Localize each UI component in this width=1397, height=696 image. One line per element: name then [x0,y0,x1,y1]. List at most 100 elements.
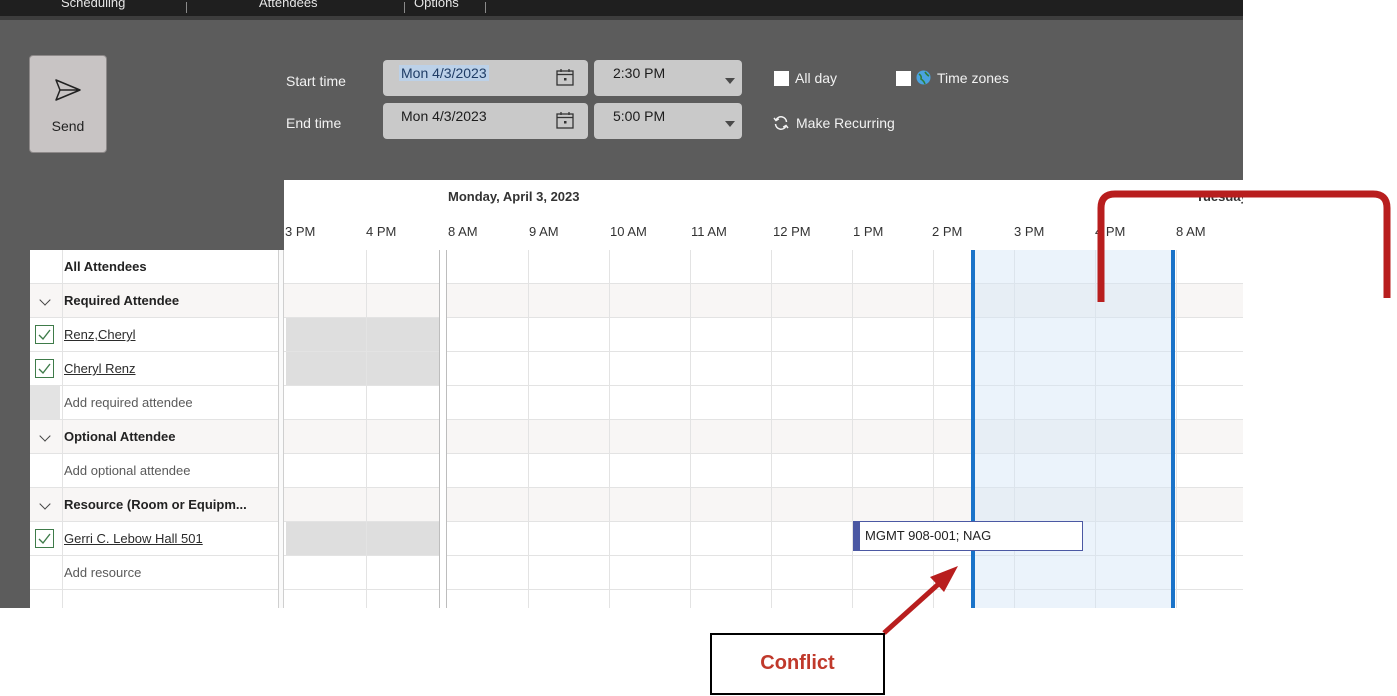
hour-label: 12 PM [773,224,811,239]
send-label: Send [51,118,85,134]
meeting-time-range[interactable] [972,250,1174,608]
attendee-list: All Attendees Required Attendee Renz,Che… [30,250,278,608]
chevron-down-icon[interactable] [39,498,51,510]
row-gutter [30,386,60,419]
hour-gridline [690,250,691,608]
hour-gridline [933,250,934,608]
globe-icon [916,70,931,85]
calendar-icon[interactable] [556,112,574,129]
recurring-icon [773,116,789,130]
meeting-start-handle[interactable] [971,250,975,608]
empty-row [30,590,278,624]
optional-attendee-section[interactable]: Optional Attendee [30,420,278,454]
section-label: Optional Attendee [64,429,176,444]
start-time-value: 2:30 PM [613,65,666,81]
add-resource-input[interactable]: Add resource [64,565,141,580]
attendee-header-spacer [0,180,284,250]
hour-label: 11 AM [691,224,727,239]
end-date-value: Mon 4/3/2023 [401,108,487,124]
attendee-row[interactable]: Cheryl Renz [30,352,278,386]
all-attendees-row: All Attendees [30,250,278,284]
tab-divider [485,2,486,13]
hour-gridline [1176,250,1177,608]
send-button[interactable]: Send [29,55,107,153]
meeting-end-handle[interactable] [1171,250,1175,608]
time-zones-label: Time zones [937,70,1009,86]
timeline-header [284,180,1243,250]
hour-label: 1 PM [853,224,884,239]
conflict-callout: Conflict [710,633,885,695]
all-day-checkbox[interactable] [774,71,789,86]
header-divider [0,16,1243,20]
add-optional-row[interactable]: Add optional attendee [30,454,278,488]
resource-section[interactable]: Resource (Room or Equipm... [30,488,278,522]
chevron-down-icon[interactable] [39,430,51,442]
busy-appointment[interactable]: MGMT 908-001; NAG [853,521,1083,551]
timeline-next-date: Tuesday, [1196,189,1243,204]
hour-label: 9 AM [529,224,559,239]
hour-gridline [528,250,529,608]
all-attendees-label: All Attendees [64,259,147,274]
end-date-field[interactable]: Mon 4/3/2023 [383,103,588,139]
resource-row[interactable]: Gerri C. Lebow Hall 501 [30,522,278,556]
chevron-down-icon [725,121,735,127]
attendee-name[interactable]: Cheryl Renz [64,361,136,376]
end-time-value: 5:00 PM [613,108,666,124]
add-required-attendee-input[interactable]: Add required attendee [64,395,193,410]
tab-options[interactable]: Options [414,0,459,10]
hour-label: 8 AM [448,224,478,239]
hour-gridline [609,250,610,608]
hour-label: 10 AM [610,224,647,239]
section-label: Resource (Room or Equipm... [64,497,247,512]
hour-gridline [366,250,367,608]
tab-scheduling[interactable]: Scheduling [61,0,125,10]
start-time-dropdown[interactable]: 2:30 PM [594,60,742,96]
hour-label: 8 AM [1176,224,1206,239]
hour-label: 4 PM [1095,224,1126,239]
appointment-status-bar [854,522,860,550]
add-required-row[interactable]: Add required attendee [30,386,278,420]
hour-label: 2 PM [932,224,963,239]
section-label: Required Attendee [64,293,180,308]
all-day-label: All day [795,70,838,86]
timeline-date: Monday, April 3, 2023 [448,189,580,204]
attendee-gutter [0,250,30,608]
attendee-checkbox[interactable] [35,325,54,344]
meeting-header [0,16,1243,180]
start-date-field[interactable]: Mon 4/3/2023 [383,60,588,96]
hour-gridline [771,250,772,608]
hour-label: 3 PM [1014,224,1045,239]
make-recurring-button[interactable]: Make Recurring [796,115,895,131]
attendee-row[interactable]: Renz,Cheryl [30,318,278,352]
add-optional-attendee-input[interactable]: Add optional attendee [64,463,191,478]
send-icon [55,79,81,101]
attendee-checkbox[interactable] [35,359,54,378]
time-zones-checkbox[interactable] [896,71,911,86]
appointment-title: MGMT 908-001; NAG [865,528,992,543]
hour-gridline [852,250,853,608]
tab-divider [186,2,187,13]
hour-label: 3 PM [285,224,316,239]
day-divider [439,250,447,608]
outside-hours-block [286,352,443,385]
resource-name[interactable]: Gerri C. Lebow Hall 501 [64,531,203,546]
resource-checkbox[interactable] [35,529,54,548]
chevron-down-icon [725,78,735,84]
tab-attendees[interactable]: Attendees [259,0,318,10]
tab-divider [404,2,405,13]
end-time-label: End time [286,115,342,131]
conflict-label: Conflict [760,652,835,674]
start-date-value: Mon 4/3/2023 [399,65,489,81]
required-attendee-section[interactable]: Required Attendee [30,284,278,318]
ribbon-tab-strip: Scheduling Attendees Options [0,0,1243,16]
start-time-label: Start time [286,73,346,89]
calendar-icon[interactable] [556,69,574,86]
add-resource-row[interactable]: Add resource [30,556,278,590]
hour-label: 4 PM [366,224,397,239]
chevron-down-icon[interactable] [39,294,51,306]
end-time-dropdown[interactable]: 5:00 PM [594,103,742,139]
outside-hours-block [286,522,443,555]
panel-divider [62,250,63,608]
attendee-name[interactable]: Renz,Cheryl [64,327,136,342]
outside-hours-block [286,318,443,351]
